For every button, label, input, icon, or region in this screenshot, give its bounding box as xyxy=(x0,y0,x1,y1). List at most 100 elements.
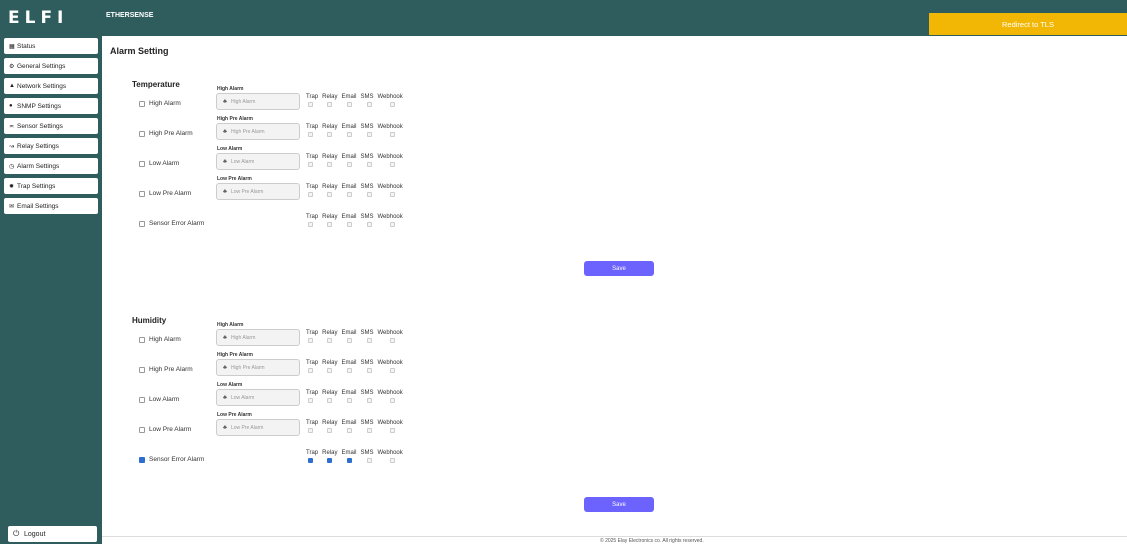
alarm-row-label: High Alarm xyxy=(149,100,181,107)
notification-checkbox[interactable] xyxy=(390,162,395,167)
notification-checkbox[interactable] xyxy=(347,458,352,463)
footer: © 2025 Elay Electronics co. All rights r… xyxy=(102,536,1127,544)
notification-checkbox[interactable] xyxy=(327,162,332,167)
alarm-enable-checkbox[interactable] xyxy=(139,160,145,167)
alarm-row-toggle[interactable]: Low Pre Alarm xyxy=(139,190,191,197)
notification-checkbox[interactable] xyxy=(327,132,332,137)
notification-checkbox[interactable] xyxy=(308,338,313,343)
notification-checkbox[interactable] xyxy=(327,222,332,227)
notification-checkbox[interactable] xyxy=(347,398,352,403)
alarm-row-toggle[interactable]: High Pre Alarm xyxy=(139,130,193,137)
notification-checkbox[interactable] xyxy=(347,192,352,197)
alarm-row-toggle[interactable]: Low Pre Alarm xyxy=(139,426,191,433)
notification-checkbox[interactable] xyxy=(390,102,395,107)
notification-checkbox[interactable] xyxy=(367,162,372,167)
notification-checkbox[interactable] xyxy=(367,368,372,373)
sidebar-item-status[interactable]: ▦ Status xyxy=(4,38,98,54)
sidebar-item-network-settings[interactable]: ▲ Network Settings xyxy=(4,78,98,94)
threshold-input[interactable]: ♣ High Pre Alarm xyxy=(216,359,300,376)
notification-checkbox[interactable] xyxy=(308,368,313,373)
notification-checkbox[interactable] xyxy=(347,132,352,137)
sidebar-item-email-settings[interactable]: ✉ Email Settings xyxy=(4,198,98,214)
notification-checkbox[interactable] xyxy=(327,398,332,403)
alarm-enable-checkbox[interactable] xyxy=(139,396,145,403)
logout-button[interactable]: ⏻ Logout xyxy=(8,526,97,542)
notification-checkbox[interactable] xyxy=(367,458,372,463)
threshold-input[interactable]: ♣ High Alarm xyxy=(216,93,300,110)
notification-checkbox[interactable] xyxy=(347,222,352,227)
threshold-input[interactable]: ♣ Low Pre Alarm xyxy=(216,183,300,200)
sidebar-item-general-settings[interactable]: ⚙ General Settings xyxy=(4,58,98,74)
sidebar-item-relay-settings[interactable]: ↝ Relay Settings xyxy=(4,138,98,154)
save-button[interactable]: Save xyxy=(584,261,654,276)
notification-checkbox[interactable] xyxy=(347,338,352,343)
notification-option-label: Email xyxy=(341,94,357,100)
notification-checkbox[interactable] xyxy=(327,458,332,463)
notification-checkbox[interactable] xyxy=(308,458,313,463)
notification-checkboxes xyxy=(306,368,416,377)
notification-checkbox[interactable] xyxy=(347,368,352,373)
notification-checkbox[interactable] xyxy=(347,162,352,167)
notification-checkbox[interactable] xyxy=(390,428,395,433)
notification-checkbox[interactable] xyxy=(367,102,372,107)
notification-checkbox[interactable] xyxy=(390,222,395,227)
notification-checkbox[interactable] xyxy=(327,192,332,197)
notification-checkbox[interactable] xyxy=(308,102,313,107)
logo-text: ELFI xyxy=(8,8,69,28)
notification-checkbox[interactable] xyxy=(347,102,352,107)
notification-option-label: Email xyxy=(341,360,357,366)
notification-checkbox[interactable] xyxy=(367,222,372,227)
notification-checkbox[interactable] xyxy=(390,338,395,343)
alarm-row-toggle[interactable]: Low Alarm xyxy=(139,160,179,167)
notification-checkbox[interactable] xyxy=(327,428,332,433)
notification-option-labels: Trap Relay Email SMS Webhook xyxy=(306,360,416,366)
threshold-input[interactable]: ♣ Low Pre Alarm xyxy=(216,419,300,436)
notification-checkbox[interactable] xyxy=(367,338,372,343)
notification-checkbox[interactable] xyxy=(390,132,395,137)
notification-checkbox[interactable] xyxy=(308,162,313,167)
notification-checkbox[interactable] xyxy=(308,398,313,403)
alarm-enable-checkbox[interactable] xyxy=(139,456,145,463)
threshold-input[interactable]: ♣ Low Alarm xyxy=(216,389,300,406)
notification-checkbox[interactable] xyxy=(367,192,372,197)
sidebar-item-trap-settings[interactable]: ✹ Trap Settings xyxy=(4,178,98,194)
save-button[interactable]: Save xyxy=(584,497,654,512)
notification-checkbox[interactable] xyxy=(327,368,332,373)
alarm-row-toggle[interactable]: Sensor Error Alarm xyxy=(139,456,204,463)
alarm-enable-checkbox[interactable] xyxy=(139,426,145,433)
alarm-row-toggle[interactable]: Sensor Error Alarm xyxy=(139,220,204,227)
notification-checkbox[interactable] xyxy=(390,192,395,197)
notification-checkbox[interactable] xyxy=(327,338,332,343)
alarm-enable-checkbox[interactable] xyxy=(139,190,145,197)
alarm-enable-checkbox[interactable] xyxy=(139,366,145,373)
threshold-input[interactable]: ♣ High Alarm xyxy=(216,329,300,346)
alarm-enable-checkbox[interactable] xyxy=(139,336,145,343)
alarm-row-toggle[interactable]: High Alarm xyxy=(139,336,181,343)
alarm-row-toggle[interactable]: Low Alarm xyxy=(139,396,179,403)
notification-checkbox[interactable] xyxy=(367,132,372,137)
alarm-enable-checkbox[interactable] xyxy=(139,220,145,227)
notification-checkbox[interactable] xyxy=(390,368,395,373)
main-content: Alarm Setting Temperature High Alarm High … xyxy=(102,36,1127,544)
notification-checkbox[interactable] xyxy=(390,458,395,463)
notification-checkbox[interactable] xyxy=(390,398,395,403)
alarm-enable-checkbox[interactable] xyxy=(139,100,145,107)
alarm-row-toggle[interactable]: High Alarm xyxy=(139,100,181,107)
threshold-input[interactable]: ♣ Low Alarm xyxy=(216,153,300,170)
notification-checkbox[interactable] xyxy=(347,428,352,433)
notification-checkbox[interactable] xyxy=(308,222,313,227)
notification-checkbox[interactable] xyxy=(308,428,313,433)
sidebar-item-alarm-settings[interactable]: ◷ Alarm Settings xyxy=(4,158,98,174)
notification-checkbox[interactable] xyxy=(367,398,372,403)
notification-checkboxes xyxy=(306,162,416,171)
notification-checkbox[interactable] xyxy=(327,102,332,107)
redirect-to-tls-button[interactable]: Redirect to TLS xyxy=(929,13,1127,35)
threshold-input[interactable]: ♣ High Pre Alarm xyxy=(216,123,300,140)
notification-checkbox[interactable] xyxy=(367,428,372,433)
sidebar-item-snmp-settings[interactable]: ● SNMP Settings xyxy=(4,98,98,114)
notification-checkbox[interactable] xyxy=(308,132,313,137)
alarm-enable-checkbox[interactable] xyxy=(139,130,145,137)
notification-checkbox[interactable] xyxy=(308,192,313,197)
sidebar-item-sensor-settings[interactable]: ≍ Sensor Settings xyxy=(4,118,98,134)
alarm-row-toggle[interactable]: High Pre Alarm xyxy=(139,366,193,373)
